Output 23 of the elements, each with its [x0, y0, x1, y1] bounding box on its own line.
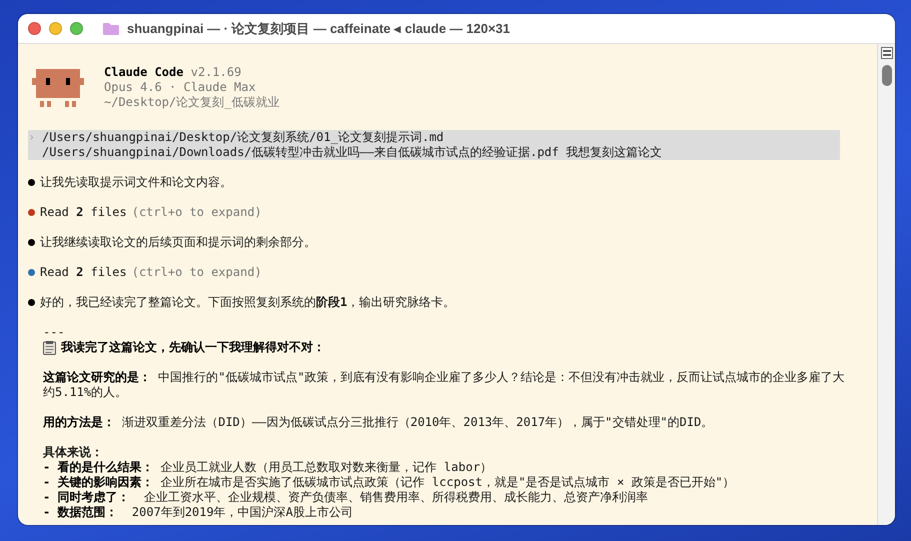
tool-summary: Read 2 files: [40, 265, 127, 280]
message-text: 让我先读取提示词文件和论文内容。: [40, 175, 232, 190]
prompt-line: /Users/shuangpinai/Downloads/低碳转型冲击就业吗——来自低碳城市试点的经验证据.pdf 我想复刻这篇论文: [42, 145, 664, 160]
detail-item: - 关键的影响因素： 企业所在城市是否实施了低碳城市试点政策（记作 lccpost，就是"是否是试点城市 × 政策是否已开始"）: [43, 475, 736, 490]
detail-item: - 看的是什么结果： 企业员工就业人数（用员工总数取对数来衡量，记作 labor）: [43, 460, 494, 475]
message-text: 让我继续读取论文的后续页面和提示词的剩余部分。: [40, 235, 316, 250]
window-title: shuangpinai — · 论文复刻项目 — caffeinate ◂ claude — 120×31: [127, 20, 510, 38]
response-paragraph: 用的方法是： 渐进双重差分法（DID）——因为低碳试点分三批推行（2010年、2013年、2017年），属于"交错处理"的DID。: [43, 415, 714, 430]
prompt-line: /Users/shuangpinai/Desktop/论文复刻系统/01_论文复刻提示词.md: [42, 130, 445, 145]
prompt-symbol: ›: [28, 130, 36, 146]
tool-summary: Read 2 files: [40, 205, 127, 220]
working-directory: ~/Desktop/论文复刻_低碳就业: [104, 95, 280, 110]
response-paragraph: 这篇论文研究的是： 中国推行的"低碳城市试点"政策，到底有没有影响企业雇了多少人？结论是：不但没有冲击就业，反而让试点城市的企业多雇了大约5.11%的人。: [43, 370, 846, 400]
expand-hint: (ctrl+o to expand): [132, 205, 262, 220]
response-heading: 我读完了这篇论文，先确认一下我理解得对不对：: [61, 340, 325, 355]
details-heading: 具体来说：: [43, 445, 104, 460]
detail-item: - 数据范围： 2007年到2019年，中国沪深A股上市公司: [43, 505, 354, 520]
horizontal-rule-text: ---: [43, 325, 66, 340]
model-plan: Opus 4.6 · Claude Max: [104, 80, 257, 95]
detail-item: - 同时考虑了： 企业工资水平、企业规模、资产负债率、销售费用率、所得税费用、成长能力、总资产净利润率: [43, 490, 649, 505]
expand-hint: (ctrl+o to expand): [132, 265, 262, 280]
message-text: 好的，我已经读完了整篇论文。下面按照复刻系统的阶段1，输出研究脉络卡。: [40, 295, 456, 310]
app-name: Claude Code v2.1.69: [104, 65, 242, 80]
